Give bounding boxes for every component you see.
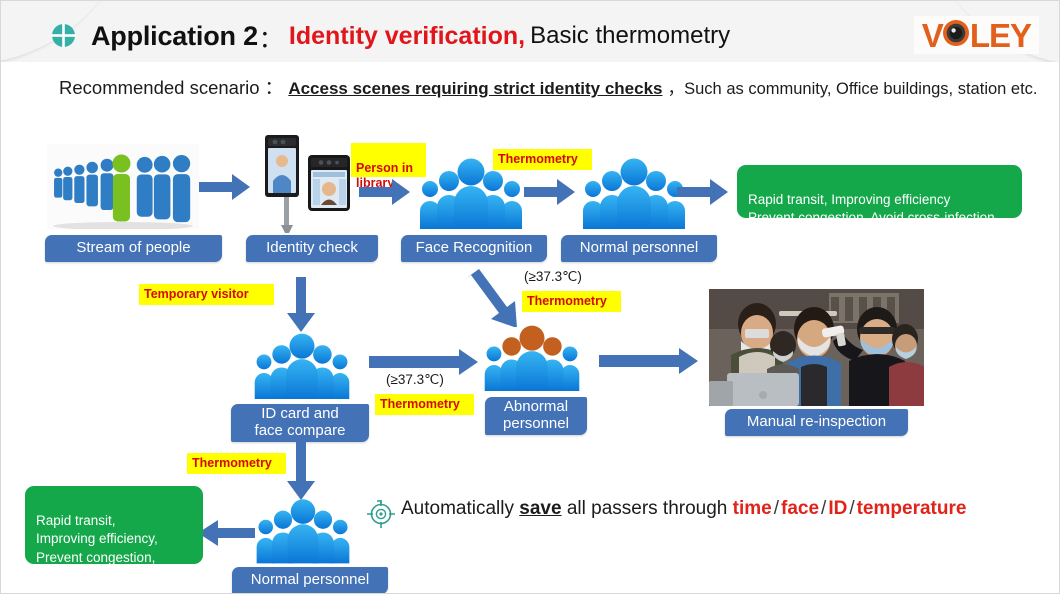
green-box-bottom-benefits: Rapid transit, Improving efficiency, Pre…: [25, 486, 203, 583]
chip-manual-reinspection[interactable]: Manual re-inspection: [725, 409, 908, 436]
label-text: Thermometry: [192, 456, 272, 470]
stream-of-people-photo: [47, 144, 199, 229]
page-title: Application 2 ： Identity verification, B…: [91, 16, 730, 56]
people-group-id-card-compare: [251, 331, 353, 403]
slide-root: Application 2 ： Identity verification, B…: [0, 0, 1060, 594]
label-text: Thermometry: [527, 294, 607, 308]
manual-reinspection-photo: [709, 289, 924, 406]
keyword-time: time: [732, 498, 772, 519]
chip-label: Normal personnel: [579, 239, 699, 257]
scenario-prefix: Recommended scenario ：: [59, 77, 284, 98]
recommended-scenario: Recommended scenario ： Access scenes req…: [59, 74, 1038, 100]
arrow-identity-to-face: [359, 178, 411, 211]
title-colon: ：: [258, 25, 283, 53]
keyword-temperature: temperature: [856, 498, 967, 519]
temp-note-text: (≥37.3℃): [524, 269, 582, 284]
separator-1: /: [773, 498, 780, 519]
green-box-top-benefits: Rapid transit, Improving efficiency Prev…: [737, 165, 1022, 225]
title-rest: Basic thermometry: [530, 22, 731, 49]
title-highlight: Identity verification,: [288, 21, 526, 50]
temp-note-top: (≥37.3℃): [524, 269, 582, 285]
chip-label: Normal personnel: [250, 571, 370, 589]
label-text: Thermometry: [498, 152, 578, 166]
header-divider: [1, 62, 1059, 65]
chip-normal-personnel-bottom[interactable]: Normal personnel: [232, 567, 388, 593]
label-text: Thermometry: [380, 397, 460, 411]
keyword-face: face: [781, 498, 820, 519]
identity-check-device-photo: [253, 133, 353, 233]
slide-header: Application 2 ： Identity verification, B…: [1, 1, 1059, 65]
chip-identity-check[interactable]: Identity check: [246, 235, 378, 262]
chip-label: Face Recognition: [415, 239, 533, 257]
label-person-in-library: Person in library: [351, 143, 426, 190]
arrow-stream-to-identity: [199, 173, 251, 206]
chip-normal-personnel-top[interactable]: Normal personnel: [561, 235, 717, 262]
chip-abnormal-personnel[interactable]: Abnormal personnel: [485, 397, 587, 435]
logo-text-left: V: [921, 16, 944, 54]
people-group-abnormal-personnel: [481, 323, 583, 395]
chip-face-recognition[interactable]: Face Recognition: [401, 235, 547, 262]
label-thermometry-2: Thermometry: [375, 394, 474, 415]
separator-3: /: [849, 498, 855, 519]
label-thermometry-1: Thermometry: [493, 149, 592, 170]
label-temporary-visitor: Temporary visitor: [139, 284, 274, 305]
auto-save-keyword: save: [519, 498, 562, 519]
arrow-down-to-idcard: [286, 277, 316, 338]
chip-label: Stream of people: [76, 239, 191, 257]
label-thermometry-3: Thermometry: [522, 291, 621, 312]
keyword-id: ID: [828, 498, 848, 519]
auto-save-statement: Automatically save all passers through t…: [401, 498, 966, 520]
scenario-strong: Access scenes requiring strict identity …: [288, 79, 663, 98]
chip-stream-of-people[interactable]: Stream of people: [45, 235, 222, 262]
auto-text-1: Automatically: [401, 498, 520, 519]
arrow-idcard-to-abnormal: [369, 349, 479, 380]
chip-label: Manual re-inspection: [746, 413, 887, 431]
arrow-face-to-normal: [524, 178, 576, 211]
scenario-tail: ，Such as community, Office buildings, st…: [667, 80, 1038, 98]
green-box-text: Rapid transit, Improving efficiency, Pre…: [36, 513, 165, 583]
separator-2: /: [821, 498, 827, 519]
chip-label: Abnormal personnel: [503, 398, 569, 432]
label-thermometry-4: Thermometry: [187, 453, 286, 474]
vcley-logo: V LEY: [913, 16, 1039, 54]
auto-text-2: all passers through: [561, 498, 733, 519]
circle-cross-icon: [51, 23, 76, 48]
arrow-left-to-greenbox-bottom: [197, 519, 255, 552]
logo-text-right: LEY: [969, 16, 1032, 54]
green-box-text: Rapid transit, Improving efficiency Prev…: [748, 192, 995, 226]
chip-label: ID card and face compare: [254, 405, 346, 439]
target-crosshair-icon: [366, 499, 396, 534]
people-group-normal-personnel-top: [579, 157, 689, 232]
chip-id-card-face-compare[interactable]: ID card and face compare: [231, 404, 369, 442]
camera-lens-icon: [941, 18, 971, 52]
people-group-normal-personnel-bottom: [253, 497, 353, 567]
arrow-normal-to-greenbox: [677, 178, 729, 211]
chip-label: Identity check: [266, 239, 358, 257]
title-application: Application 2: [91, 20, 258, 51]
label-text: Temporary visitor: [144, 287, 249, 301]
arrow-abnormal-to-manual: [599, 348, 699, 379]
